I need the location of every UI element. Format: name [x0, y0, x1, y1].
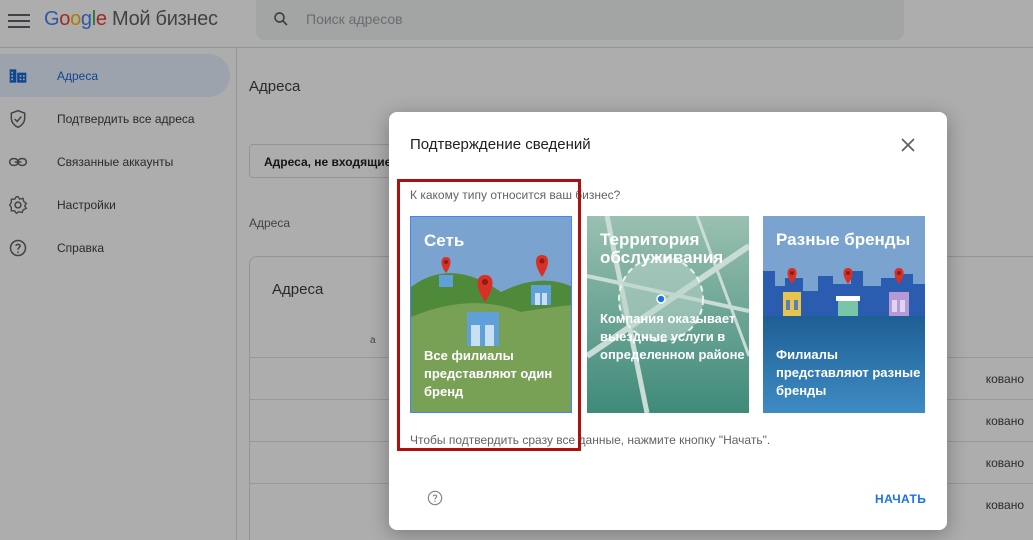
- selection-highlight: [397, 179, 581, 451]
- help-icon[interactable]: [427, 490, 443, 506]
- tile-different-brands[interactable]: Разные бренды Филиалы представляют разны…: [763, 216, 925, 413]
- start-button[interactable]: НАЧАТЬ: [875, 492, 926, 506]
- close-icon[interactable]: [899, 136, 917, 154]
- tile-title: Разные бренды: [776, 230, 911, 249]
- tile-service-area[interactable]: Территория обслуживания Компания оказыва…: [587, 216, 749, 413]
- tile-description: Филиалы представляют разные бренды: [776, 347, 921, 398]
- tile-description: Компания оказывает выездные услуги в опр…: [600, 311, 745, 362]
- tile-title: Территория обслуживания: [600, 230, 724, 267]
- dialog-title: Подтверждение сведений: [410, 136, 591, 153]
